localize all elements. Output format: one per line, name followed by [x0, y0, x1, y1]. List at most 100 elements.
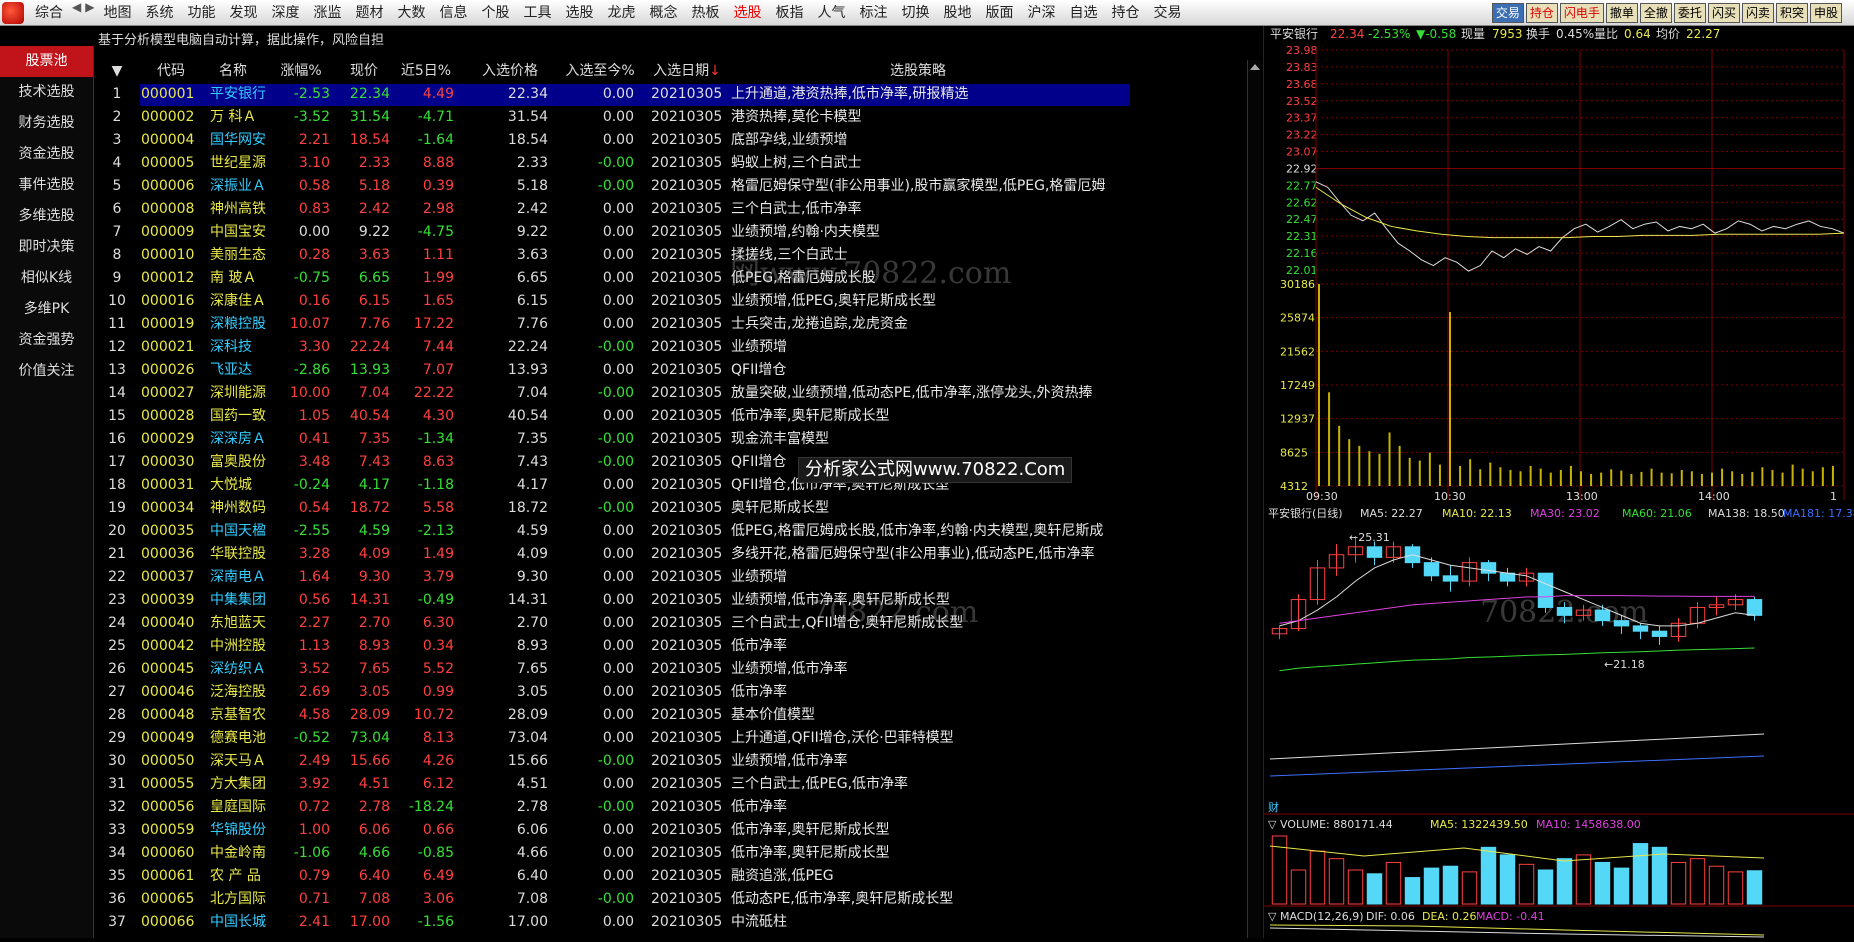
table-row[interactable]: 31 000055 方大集团 3.92 4.51 6.12 4.51 0.00 20210305…	[98, 773, 1253, 796]
vertical-scrollbar[interactable]	[1247, 60, 1261, 938]
table-row[interactable]: 25 000042 中洲控股 1.13 8.93 0.34 8.93 0.00 20210305…	[98, 635, 1253, 658]
menu-item[interactable]: 交易	[1146, 0, 1188, 26]
table-row[interactable]: 37 000066 中国长城 2.41 17.00 -1.56 17.00 0.00 20210…	[98, 911, 1253, 934]
table-row[interactable]: 9 000012 南 玻Ａ -0.75 6.65 1.99 6.65 0.00 20210305…	[98, 267, 1253, 290]
menu-item[interactable]: 地图	[96, 0, 138, 26]
sidebar-item[interactable]: 股票池	[0, 46, 93, 77]
table-row[interactable]: 19 000034 神州数码 0.54 18.72 5.58 18.72 -0.00 20210…	[98, 497, 1253, 520]
trade-tool-button[interactable]: 撤单	[1605, 3, 1638, 23]
header-strategy[interactable]: 选股策略	[858, 60, 978, 82]
menu-item[interactable]: 题材	[348, 0, 390, 26]
header-5day[interactable]: 近5日%	[394, 60, 458, 82]
sidebar-item[interactable]: 多维PK	[0, 294, 93, 325]
table-row[interactable]: 16 000029 深深房Ａ 0.41 7.35 -1.34 7.35 -0.00 202103…	[98, 428, 1253, 451]
trade-tool-button[interactable]: 闪卖	[1741, 3, 1774, 23]
header-price[interactable]: 现价	[336, 60, 392, 82]
table-row[interactable]: 24 000040 东旭蓝天 2.27 2.70 6.30 2.70 0.00 20210305…	[98, 612, 1253, 635]
sidebar-item[interactable]: 资金选股	[0, 139, 93, 170]
sidebar-item[interactable]: 即时决策	[0, 232, 93, 263]
table-row[interactable]: 6 000008 神州高铁 0.83 2.42 2.98 2.42 0.00 20210305 三…	[98, 198, 1253, 221]
menu-item[interactable]: 信息	[432, 0, 474, 26]
menu-item[interactable]: 发现	[222, 0, 264, 26]
table-row[interactable]: 13 000026 飞亚达 -2.86 13.93 7.07 13.93 0.00 202103…	[98, 359, 1253, 382]
header-name[interactable]: 名称	[198, 60, 268, 82]
table-row[interactable]: 3 000004 国华网安 2.21 18.54 -1.64 18.54 0.00 202103…	[98, 129, 1253, 152]
table-row[interactable]: 34 000060 中金岭南 -1.06 4.66 -0.85 4.66 0.00 202103…	[98, 842, 1253, 865]
header-since[interactable]: 入选至今%	[560, 60, 640, 82]
nav-forward-icon[interactable]: ▶	[83, 0, 96, 26]
header-chg[interactable]: 涨幅%	[270, 60, 332, 82]
chart-canvas[interactable]: 平安银行 22.34 -2.53% ▼-0.58 现量 7953 换手 0.45% 量比 0.64…	[1264, 26, 1854, 938]
table-row[interactable]: 10 000016 深康佳Ａ 0.16 6.15 1.65 6.15 0.00 20210305…	[98, 290, 1253, 313]
trade-tool-button[interactable]: 委托	[1673, 3, 1706, 23]
sidebar-item[interactable]: 相似K线	[0, 263, 93, 294]
trade-tool-button[interactable]: 闪电手	[1559, 3, 1604, 23]
menu-item[interactable]: 涨监	[306, 0, 348, 26]
menu-item[interactable]: 板指	[768, 0, 810, 26]
sidebar-item[interactable]: 价值关注	[0, 356, 93, 387]
table-row[interactable]: 33 000059 华锦股份 1.00 6.06 0.66 6.06 0.00 20210305…	[98, 819, 1253, 842]
menu-item[interactable]: 功能	[180, 0, 222, 26]
sidebar-item[interactable]: 事件选股	[0, 170, 93, 201]
nav-back-icon[interactable]: ◀	[70, 0, 83, 26]
sidebar-item[interactable]: 资金强势	[0, 325, 93, 356]
menu-item[interactable]: 工具	[516, 0, 558, 26]
trade-tool-button[interactable]: 闪买	[1707, 3, 1740, 23]
table-row[interactable]: 21 000036 华联控股 3.28 4.09 1.49 4.09 0.00 20210305…	[98, 543, 1253, 566]
menu-item[interactable]: 自选	[1062, 0, 1104, 26]
table-row[interactable]: 23 000039 中集集团 0.56 14.31 -0.49 14.31 0.00 20210…	[98, 589, 1253, 612]
table-row[interactable]: 22 000037 深南电Ａ 1.64 9.30 3.79 9.30 0.00 20210305…	[98, 566, 1253, 589]
menu-item[interactable]: 选股	[726, 0, 768, 26]
menu-item[interactable]: 持仓	[1104, 0, 1146, 26]
sidebar-item[interactable]: 多维选股	[0, 201, 93, 232]
menu-item[interactable]: 切换	[894, 0, 936, 26]
sidebar-item[interactable]: 技术选股	[0, 77, 93, 108]
trade-tool-button[interactable]: 申股	[1809, 3, 1842, 23]
sidebar-item[interactable]: 财务选股	[0, 108, 93, 139]
trade-tool-button[interactable]: 积突	[1775, 3, 1808, 23]
table-row[interactable]: 7 000009 中国宝安 0.00 9.22 -4.75 9.22 0.00 20210305…	[98, 221, 1253, 244]
table-row[interactable]: 4 000005 世纪星源 3.10 2.33 8.88 2.33 -0.00 20210305…	[98, 152, 1253, 175]
table-row[interactable]: 27 000046 泛海控股 2.69 3.05 0.99 3.05 0.00 20210305…	[98, 681, 1253, 704]
table-row[interactable]: 15 000028 国药一致 1.05 40.54 4.30 40.54 0.00 202103…	[98, 405, 1253, 428]
scroll-up-icon[interactable]	[1249, 64, 1260, 70]
table-row[interactable]: 11 000019 深粮控股 10.07 7.76 17.22 7.76 0.00 202103…	[98, 313, 1253, 336]
table-row[interactable]: 18 000031 大悦城 -0.24 4.17 -1.18 4.17 0.00 2021030…	[98, 474, 1253, 497]
header-inprice[interactable]: 入选价格	[470, 60, 550, 82]
dropdown-icon[interactable]: ▼	[98, 60, 136, 82]
table-row[interactable]: 14 000027 深圳能源 10.00 7.04 22.22 7.04 -0.00 20210…	[98, 382, 1253, 405]
menu-item[interactable]: 热板	[684, 0, 726, 26]
table-row[interactable]: 2 000002 万 科Ａ -3.52 31.54 -4.71 31.54 0.00 20210…	[98, 106, 1253, 129]
table-row[interactable]: 28 000048 京基智农 4.58 28.09 10.72 28.09 0.00 20210…	[98, 704, 1253, 727]
menu-item[interactable]: 大数	[390, 0, 432, 26]
table-row[interactable]: 35 000061 农 产 品 0.79 6.40 6.49 6.40 0.00 2021030…	[98, 865, 1253, 888]
menu-item[interactable]: 概念	[642, 0, 684, 26]
menu-item[interactable]: 股地	[936, 0, 978, 26]
table-row[interactable]: 17 000030 富奥股份 3.48 7.43 8.63 7.43 -0.00 2021030…	[98, 451, 1253, 474]
menu-item[interactable]: 选股	[558, 0, 600, 26]
menu-item[interactable]: 系统	[138, 0, 180, 26]
table-row[interactable]: 20 000035 中国天楹 -2.55 4.59 -2.13 4.59 0.00 202103…	[98, 520, 1253, 543]
trade-tool-button[interactable]: 持仓	[1525, 3, 1558, 23]
table-row[interactable]: 32 000056 皇庭国际 0.72 2.78 -18.24 2.78 -0.00 20210…	[98, 796, 1253, 819]
table-row[interactable]: 26 000045 深纺织Ａ 3.52 7.65 5.52 7.65 0.00 20210305…	[98, 658, 1253, 681]
table-row[interactable]: 29 000049 德赛电池 -0.52 73.04 8.13 73.04 0.00 20210…	[98, 727, 1253, 750]
menu-item[interactable]: 沪深	[1020, 0, 1062, 26]
header-code[interactable]: 代码	[141, 60, 201, 82]
trade-tool-button[interactable]: 交易	[1491, 3, 1524, 23]
header-date[interactable]: 入选日期↓	[647, 60, 727, 82]
menu-item[interactable]: 深度	[264, 0, 306, 26]
menu-item[interactable]: 版面	[978, 0, 1020, 26]
table-row[interactable]: 30 000050 深天马Ａ 2.49 15.66 4.26 15.66 -0.00 20210…	[98, 750, 1253, 773]
table-row[interactable]: 1 000001 平安银行 -2.53 22.34 4.49 22.34 0.00 202103…	[98, 83, 1253, 106]
menu-item[interactable]: 标注	[852, 0, 894, 26]
menu-item[interactable]: 人气	[810, 0, 852, 26]
menu-item[interactable]: 龙虎	[600, 0, 642, 26]
table-row[interactable]: 36 000065 北方国际 0.71 7.08 3.06 7.08 -0.00 2021030…	[98, 888, 1253, 911]
table-row[interactable]: 12 000021 深科技 3.30 22.24 7.44 22.24 -0.00 202103…	[98, 336, 1253, 359]
table-row[interactable]: 8 000010 美丽生态 0.28 3.63 1.11 3.63 0.00 20210305 揉…	[98, 244, 1253, 267]
table-row[interactable]: 5 000006 深振业Ａ 0.58 5.18 0.39 5.18 -0.00 20210305…	[98, 175, 1253, 198]
trade-tool-button[interactable]: 全撤	[1639, 3, 1672, 23]
menu-item[interactable]: 综合	[28, 0, 70, 26]
menu-item[interactable]: 个股	[474, 0, 516, 26]
